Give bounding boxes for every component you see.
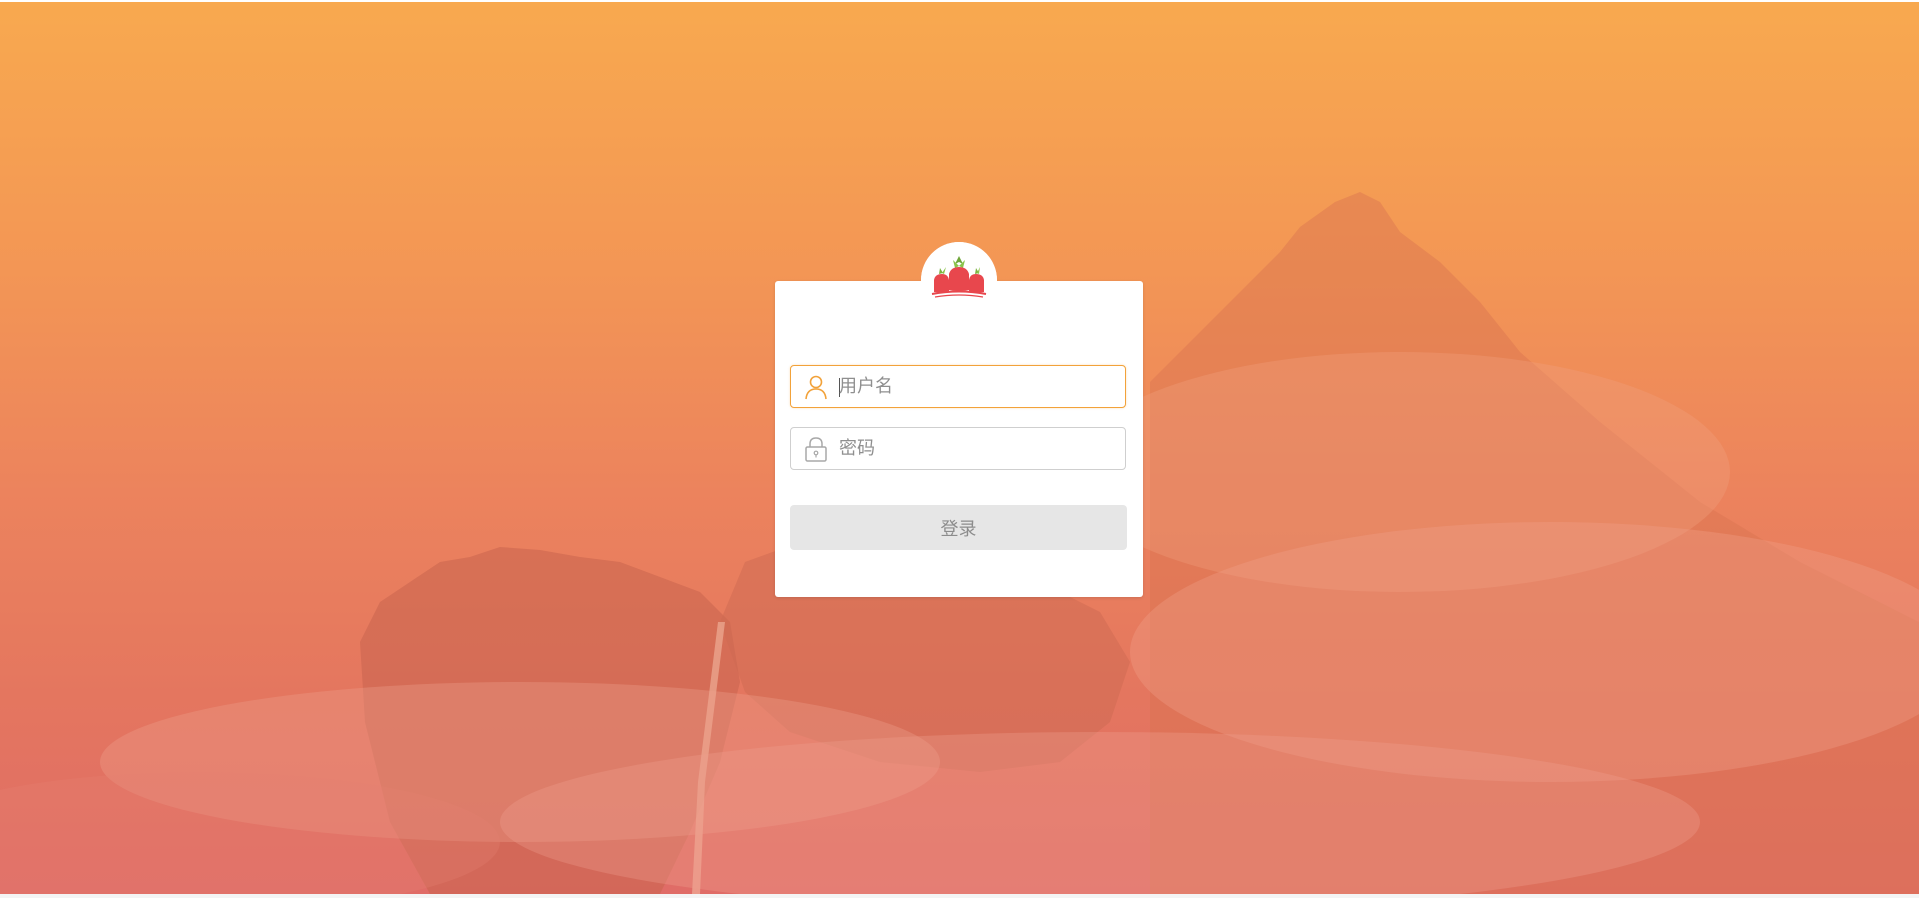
password-field[interactable] [790,427,1126,470]
username-field[interactable] [790,365,1126,408]
lock-icon [803,436,829,462]
username-input[interactable] [839,366,1119,407]
login-page: 登录 [0,0,1919,898]
login-button[interactable]: 登录 [790,505,1127,550]
password-input[interactable] [839,428,1119,469]
radish-logo-icon [921,242,997,318]
bottom-border [0,894,1919,898]
user-icon [803,374,829,400]
